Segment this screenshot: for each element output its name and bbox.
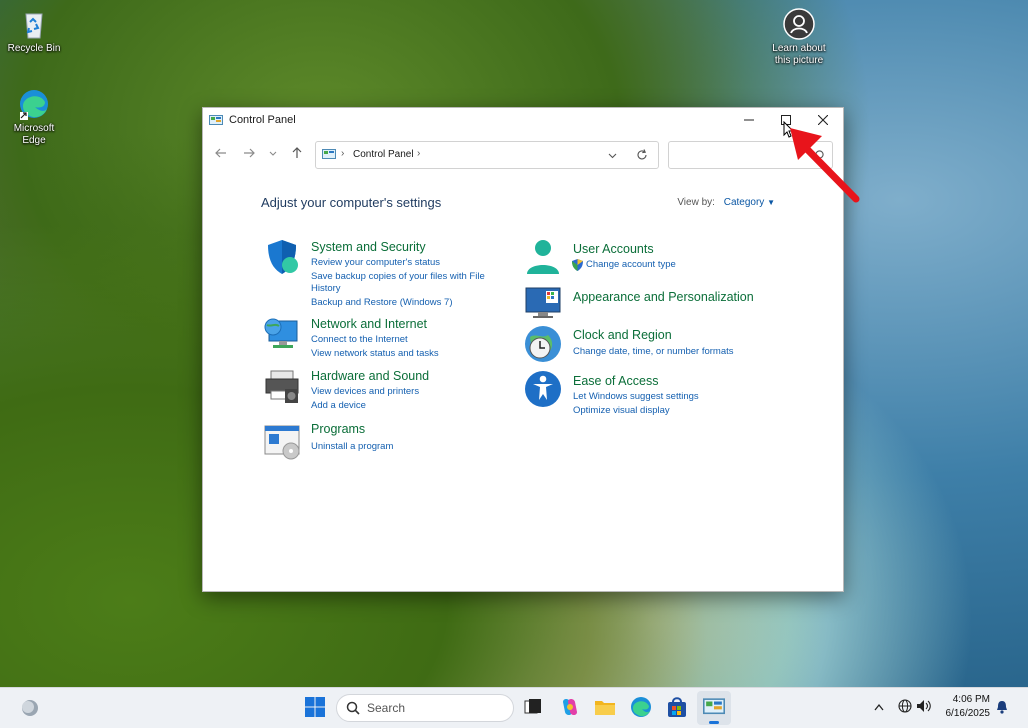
category-link[interactable]: Review your computer's status [311, 257, 440, 269]
uac-shield-icon [572, 258, 583, 276]
category-link[interactable]: Uninstall a program [311, 441, 393, 453]
back-button[interactable] [215, 146, 227, 162]
network-icon [264, 318, 298, 348]
view-by: View by: Category ▼ [677, 197, 775, 208]
taskbar-search-box[interactable]: Search [336, 694, 514, 722]
category-title[interactable]: Programs [311, 422, 365, 436]
category-link[interactable]: View network status and tasks [311, 348, 439, 360]
up-button[interactable] [291, 146, 303, 162]
task-view-icon[interactable] [522, 696, 544, 718]
control-panel-breadcrumb-icon [322, 149, 336, 159]
breadcrumb-chevron-icon[interactable]: › [417, 148, 420, 159]
forward-button[interactable] [243, 146, 255, 162]
clock-time: 4:06 PM [952, 694, 990, 705]
shield-icon [268, 240, 298, 274]
category-link[interactable]: Let Windows suggest settings [573, 391, 699, 403]
taskbar-clock[interactable]: 4:06 PM 6/16/2025 [946, 693, 991, 721]
forward-arrow-icon [244, 148, 255, 158]
dropdown-arrow-icon: ▼ [767, 198, 775, 207]
back-arrow-icon [215, 148, 226, 158]
copilot-icon[interactable] [559, 696, 581, 718]
taskbar-control-panel-button[interactable] [697, 691, 731, 725]
breadcrumb-control-panel[interactable]: Control Panel [353, 149, 414, 160]
navigation-row: › Control Panel › [203, 140, 843, 169]
volume-icon[interactable] [916, 699, 932, 713]
category-title[interactable]: Appearance and Personalization [573, 290, 754, 304]
edge-label: Microsoft Edge [13, 123, 55, 146]
clock-globe-icon [525, 326, 561, 362]
category-link[interactable]: Add a device [311, 400, 366, 412]
start-button-icon[interactable] [304, 696, 326, 718]
camera-icon [783, 8, 815, 40]
control-panel-content: Adjust your computer's settings View by:… [203, 172, 843, 591]
recycle-bin-shortcut[interactable]: Recycle Bin [2, 8, 66, 55]
control-panel-app-icon [209, 114, 223, 126]
category-link[interactable]: Connect to the Internet [311, 334, 408, 346]
category-link[interactable]: Change account type [586, 259, 676, 271]
category-title[interactable]: System and Security [311, 240, 426, 254]
accessibility-icon [525, 371, 561, 407]
clock-date: 6/16/2025 [945, 708, 991, 719]
category-link[interactable]: View devices and printers [311, 386, 419, 398]
taskbar: Search 4:06 PM 6/16/2025 [0, 687, 1028, 728]
category-title[interactable]: User Accounts [573, 242, 654, 256]
recent-locations-button[interactable] [269, 146, 277, 162]
minimize-icon [744, 119, 754, 121]
recycle-bin-icon [18, 8, 50, 40]
notification-bell-icon[interactable] [996, 700, 1008, 714]
taskbar-search-icon [346, 701, 360, 715]
category-title[interactable]: Hardware and Sound [311, 369, 429, 383]
page-heading: Adjust your computer's settings [261, 195, 442, 210]
category-title[interactable]: Network and Internet [311, 317, 427, 331]
microsoft-store-icon[interactable] [666, 696, 688, 718]
programs-icon [264, 425, 300, 460]
show-hidden-icons-icon[interactable] [874, 703, 884, 711]
category-link[interactable]: Backup and Restore (Windows 7) [311, 297, 453, 309]
category-title[interactable]: Clock and Region [573, 328, 672, 342]
learn-about-picture-shortcut[interactable]: Learn about this picture [767, 8, 831, 67]
control-panel-window: Control Panel › Control Panel › Adjust y… [202, 107, 844, 592]
breadcrumb-separator-icon: › [341, 148, 345, 159]
category-title[interactable]: Ease of Access [573, 374, 658, 388]
refresh-icon[interactable] [636, 149, 648, 161]
network-globe-icon[interactable] [898, 699, 912, 713]
active-indicator [709, 721, 719, 724]
taskbar-control-panel-icon [703, 698, 725, 715]
recycle-bin-label: Recycle Bin [7, 43, 61, 54]
view-by-label: View by: [677, 197, 715, 208]
appearance-icon [525, 287, 561, 318]
address-dropdown-icon[interactable] [608, 151, 617, 160]
edge-shortcut[interactable]: Microsoft Edge [2, 88, 66, 147]
taskbar-edge-icon[interactable] [630, 696, 652, 718]
widgets-icon[interactable] [19, 697, 41, 719]
category-link[interactable]: Optimize visual display [573, 405, 670, 417]
window-title: Control Panel [229, 114, 296, 126]
user-icon [527, 240, 559, 274]
taskbar-search-placeholder: Search [367, 701, 406, 715]
category-link[interactable]: Change date, time, or number formats [573, 346, 734, 358]
address-bar[interactable]: › Control Panel › [315, 141, 659, 169]
minimize-button[interactable] [731, 108, 767, 132]
view-by-dropdown[interactable]: Category ▼ [724, 197, 775, 208]
printer-icon [265, 370, 299, 403]
chevron-down-icon [269, 151, 277, 156]
file-explorer-icon[interactable] [594, 696, 616, 718]
annotation-arrow-icon [790, 128, 860, 203]
edge-icon [18, 88, 50, 120]
learn-about-picture-label: Learn about this picture [772, 43, 826, 66]
up-arrow-icon [292, 147, 302, 158]
category-link[interactable]: Save backup copies of your files with Fi… [311, 271, 501, 295]
